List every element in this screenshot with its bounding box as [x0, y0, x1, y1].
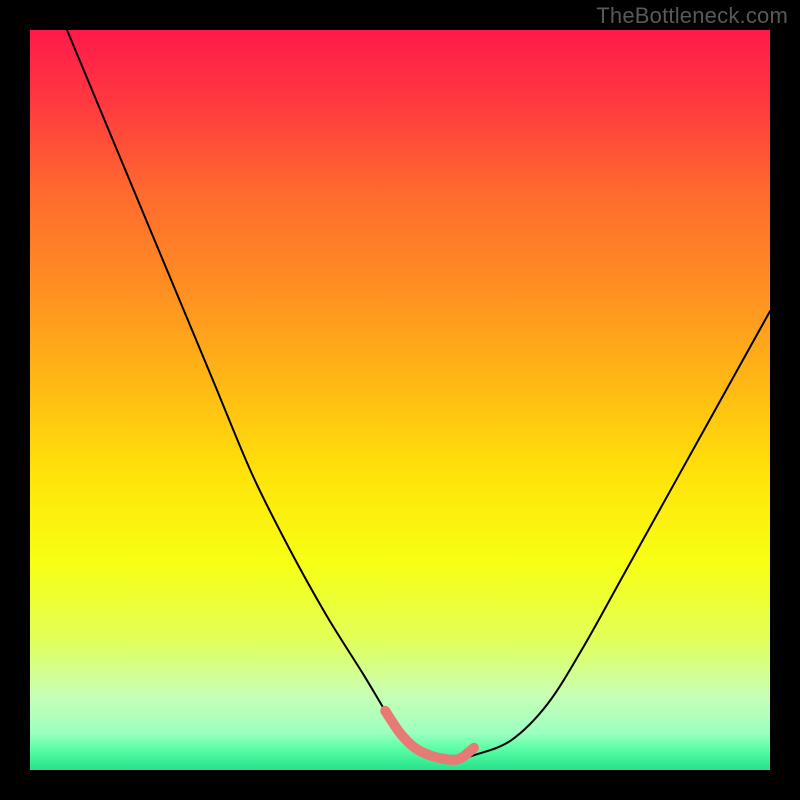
bottleneck-plot	[30, 30, 770, 770]
chart-frame: TheBottleneck.com	[0, 0, 800, 800]
watermark-label: TheBottleneck.com	[596, 3, 788, 29]
heat-background	[30, 30, 770, 770]
